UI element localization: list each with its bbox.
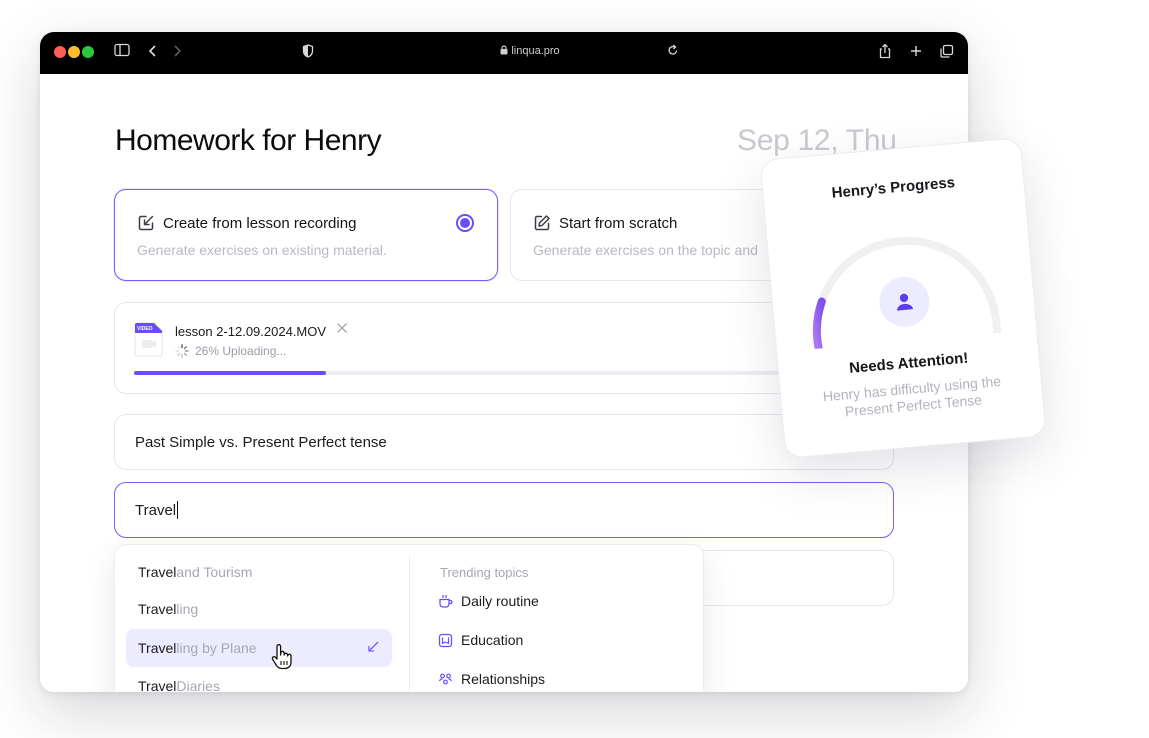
minimize-window-button[interactable] (68, 46, 80, 58)
option-title: Create from lesson recording (163, 214, 357, 232)
tab-overview-icon[interactable] (939, 43, 954, 64)
import-arrow-icon (138, 215, 154, 231)
back-icon[interactable] (148, 43, 158, 64)
new-tab-icon[interactable] (909, 43, 923, 64)
suggestion-item-highlighted[interactable]: Travel ling by Plane (126, 629, 392, 667)
forward-icon[interactable] (172, 43, 182, 64)
upload-progress-fill (134, 371, 327, 375)
trending-item-education[interactable]: Education (438, 632, 523, 648)
upload-status: 26% Uploading... (175, 344, 286, 358)
trending-title: Trending topics (440, 565, 529, 580)
share-icon[interactable] (878, 43, 892, 64)
insert-arrow-icon[interactable] (366, 640, 380, 654)
text-caret (177, 501, 179, 519)
user-icon (897, 293, 914, 311)
progress-note: Henry has difficulty using the Present P… (822, 372, 1002, 420)
search-input[interactable]: Travel (114, 482, 894, 538)
url-text: linqua.pro (511, 45, 560, 57)
option-card-lesson-recording[interactable]: Create from lesson recording Generate ex… (114, 189, 498, 281)
lock-icon (500, 45, 508, 55)
video-badge: VIDEO (137, 326, 153, 332)
selected-radio[interactable] (456, 214, 474, 232)
remove-file-icon[interactable] (336, 321, 348, 337)
option-subtitle: Generate exercises on existing material. (137, 242, 387, 258)
coffee-cup-icon (439, 594, 453, 608)
suggestion-item[interactable]: Travel and Tourism (126, 553, 392, 591)
upload-progress-bar (134, 371, 874, 375)
dropdown-divider (409, 555, 410, 692)
suggestion-item[interactable]: Travel ling (126, 590, 392, 628)
sidebar-toggle-icon[interactable] (114, 43, 130, 62)
trending-item-daily-routine[interactable]: Daily routine (438, 593, 539, 609)
topic-input[interactable]: Past Simple vs. Present Perfect tense (114, 414, 894, 470)
option-title: Start from scratch (559, 214, 678, 232)
upload-status-text: 26% Uploading... (195, 344, 287, 358)
suggestions-dropdown: Travel and Tourism Travel ling Travel ling… (114, 544, 704, 692)
trending-item-relationships[interactable]: Relationships (438, 671, 545, 687)
address-bar[interactable]: linqua.pro (470, 45, 590, 57)
topic-input-value: Past Simple vs. Present Perfect tense (135, 433, 387, 451)
file-name: lesson 2-12.09.2024.MOV (175, 324, 327, 339)
privacy-shield-icon[interactable] (302, 43, 314, 64)
people-icon (438, 673, 453, 684)
progress-card-title: Henry’s Progress (831, 174, 956, 202)
suggestion-item[interactable]: Travel Diaries (126, 667, 392, 692)
video-file-icon: VIDEO (134, 322, 163, 357)
close-window-button[interactable] (54, 46, 66, 58)
page-title: Homework for Henry (115, 124, 382, 157)
book-icon (438, 633, 453, 647)
edit-icon (534, 215, 550, 231)
spinner-icon (175, 344, 189, 358)
maximize-window-button[interactable] (82, 46, 94, 58)
search-input-value: Travel (135, 501, 177, 519)
progress-card: Henry’s Progress Needs Attention! Henry … (759, 137, 1047, 459)
reload-icon[interactable] (667, 43, 679, 62)
browser-titlebar: linqua.pro (40, 32, 968, 74)
